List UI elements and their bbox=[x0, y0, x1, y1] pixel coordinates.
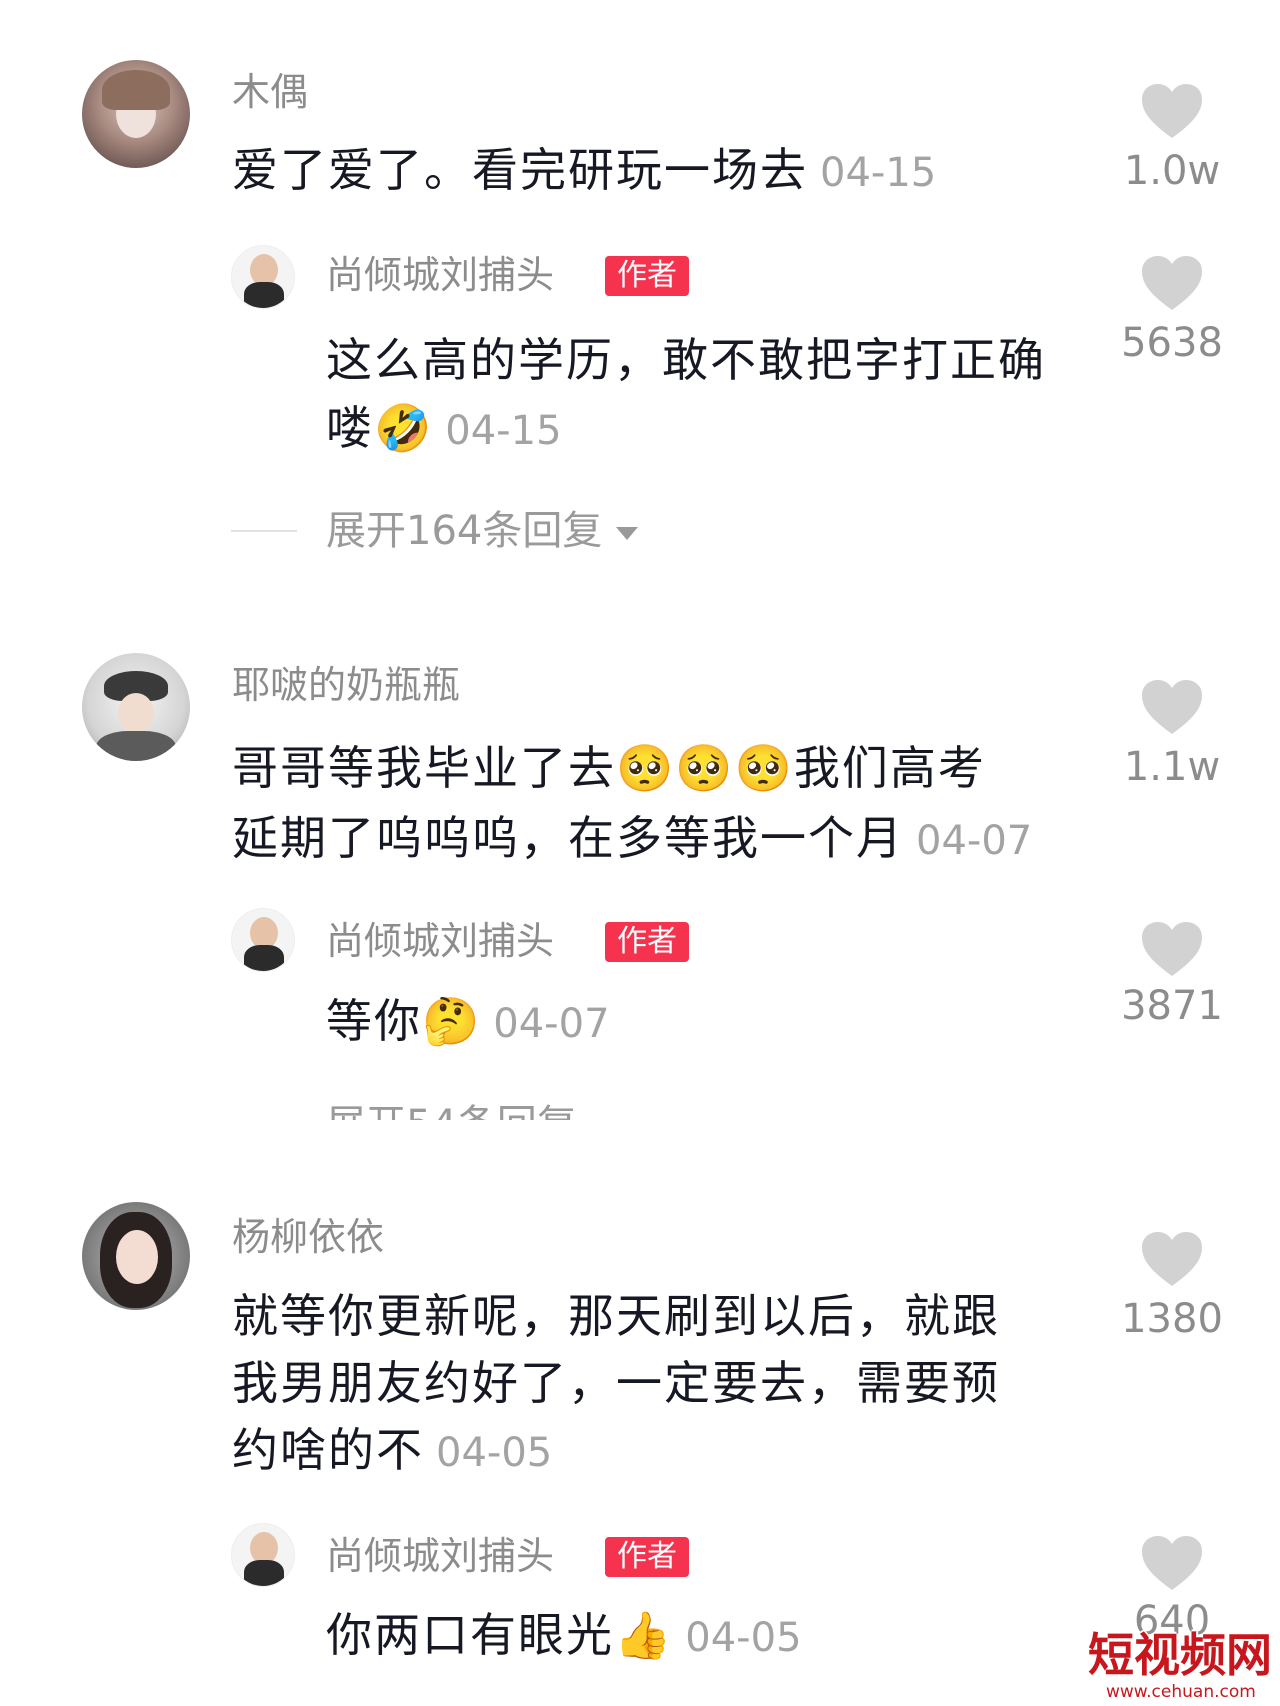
comment-text: 你两口有眼光👍 04-05 bbox=[326, 1601, 802, 1672]
comment-line: 延期了呜呜呜，在多等我一个月 bbox=[232, 811, 904, 865]
comment-date: 04-07 bbox=[493, 1001, 610, 1047]
avatar[interactable] bbox=[231, 908, 295, 972]
username[interactable]: 耶啵的奶瓶瓶 bbox=[232, 662, 460, 708]
expand-replies-button[interactable]: 展开54条回复 bbox=[326, 1102, 646, 1120]
comment-line: 我男朋友约好了，一定要去，需要预 bbox=[232, 1356, 1000, 1410]
like-count: 5638 bbox=[1121, 320, 1223, 366]
comment-date: 04-05 bbox=[436, 1430, 553, 1476]
expand-replies-button[interactable]: 展开164条回复 bbox=[326, 508, 639, 554]
avatar[interactable] bbox=[82, 1202, 190, 1310]
avatar[interactable] bbox=[82, 60, 190, 168]
watermark-title: 短视频网 bbox=[1088, 1628, 1272, 1682]
comment-line: 喽🤣 bbox=[326, 401, 434, 455]
comment-text: 爱了爱了。看完研玩一场去 04-15 bbox=[232, 140, 936, 203]
comment-text: 哥哥等我毕业了去🥺🥺🥺我们高考 延期了呜呜呜，在多等我一个月 04-07 bbox=[232, 733, 1032, 876]
comment-line: 哥哥等我毕业了去🥺🥺🥺我们高考 bbox=[232, 741, 986, 795]
author-badge: 作者 bbox=[605, 922, 689, 962]
heart-icon[interactable] bbox=[1140, 82, 1204, 140]
comment-text: 就等你更新呢，那天刷到以后，就跟 我男朋友约好了，一定要去，需要预 约啥的不 04… bbox=[232, 1283, 1000, 1487]
author-badge: 作者 bbox=[605, 256, 689, 296]
comment-date: 04-15 bbox=[445, 408, 562, 454]
comment-line: 这么高的学历，敢不敢把字打正确 bbox=[326, 333, 1046, 387]
username[interactable]: 木偶 bbox=[232, 69, 308, 115]
heart-icon[interactable] bbox=[1140, 254, 1204, 312]
comment-line: 约啥的不 bbox=[232, 1423, 424, 1477]
username[interactable]: 尚倾城刘捕头 bbox=[326, 918, 554, 964]
heart-icon[interactable] bbox=[1140, 678, 1204, 736]
avatar[interactable] bbox=[82, 653, 190, 761]
comment-line: 你两口有眼光👍 bbox=[326, 1608, 674, 1662]
comment-date: 04-15 bbox=[820, 150, 937, 196]
avatar[interactable] bbox=[231, 1523, 295, 1587]
comment-line: 等你🤔 bbox=[326, 994, 482, 1048]
heart-icon[interactable] bbox=[1140, 1534, 1204, 1592]
like-count: 1.0w bbox=[1123, 148, 1221, 194]
comment-line: 爱了爱了。看完研玩一场去 bbox=[232, 143, 808, 197]
chevron-down-icon bbox=[616, 526, 639, 540]
like-count: 1380 bbox=[1121, 1296, 1223, 1342]
expand-divider bbox=[231, 530, 297, 532]
heart-icon[interactable] bbox=[1140, 920, 1204, 978]
expand-replies-label: 展开164条回复 bbox=[326, 508, 603, 554]
watermark-url: www.cehuan.com bbox=[1106, 1682, 1256, 1702]
comment-text: 这么高的学历，敢不敢把字打正确 喽🤣 04-15 bbox=[326, 326, 1046, 465]
comment-text: 等你🤔 04-07 bbox=[326, 987, 610, 1058]
username[interactable]: 尚倾城刘捕头 bbox=[326, 1533, 554, 1579]
comment-line: 就等你更新呢，那天刷到以后，就跟 bbox=[232, 1289, 1000, 1343]
like-count: 1.1w bbox=[1123, 744, 1221, 790]
expand-replies-label: 展开54条回复 bbox=[326, 1102, 577, 1120]
comment-date: 04-05 bbox=[685, 1615, 802, 1661]
username[interactable]: 杨柳依依 bbox=[232, 1214, 384, 1260]
heart-icon[interactable] bbox=[1140, 1230, 1204, 1288]
author-badge: 作者 bbox=[605, 1537, 689, 1577]
avatar[interactable] bbox=[231, 245, 295, 309]
watermark: 短视频网 www.cehuan.com bbox=[1088, 1628, 1272, 1702]
like-count: 3871 bbox=[1121, 983, 1223, 1029]
comment-date: 04-07 bbox=[916, 818, 1033, 864]
username[interactable]: 尚倾城刘捕头 bbox=[326, 252, 554, 298]
